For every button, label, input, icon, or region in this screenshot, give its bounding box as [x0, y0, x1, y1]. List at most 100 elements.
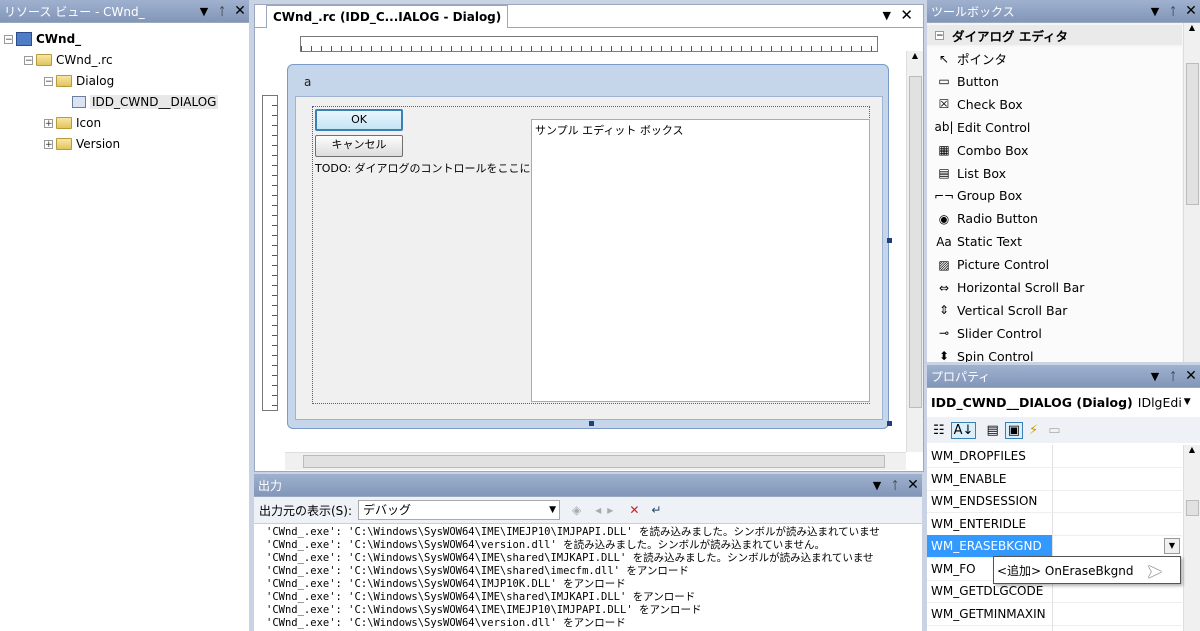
scroll-thumb[interactable]: [1186, 500, 1199, 516]
hscroll-thumb[interactable]: [303, 455, 885, 468]
scroll-up-arrow[interactable]: ▲: [1184, 23, 1200, 37]
chevron-down-icon[interactable]: ▼: [1164, 538, 1180, 554]
close-icon[interactable]: ✕: [1182, 368, 1200, 384]
tree-item[interactable]: − CWnd_: [4, 29, 81, 49]
next-message-icon[interactable]: ▸: [607, 503, 613, 517]
toolbox-item[interactable]: ↖ ポインタ: [927, 47, 1182, 70]
sample-edit-box[interactable]: サンプル エディット ボックス: [531, 119, 870, 402]
editor-tab[interactable]: CWnd_.rc (IDD_C...IALOG - Dialog): [266, 5, 509, 28]
events-icon[interactable]: ⚡: [1029, 423, 1038, 438]
property-pages-icon[interactable]: ▭: [1048, 423, 1060, 438]
properties-object-selector[interactable]: IDD_CWND__DIALOG (Dialog) IDlgEdi ▼: [927, 389, 1200, 415]
toolbox-item[interactable]: ⇕ Vertical Scroll Bar: [927, 298, 1182, 322]
property-value[interactable]: ▼: [1053, 535, 1182, 557]
property-value[interactable]: [1053, 513, 1182, 535]
property-value[interactable]: [1053, 445, 1182, 467]
property-value[interactable]: [1053, 603, 1182, 625]
toolbox-item[interactable]: ▭ Button: [927, 69, 1182, 93]
output-line: 'CWnd_.exe': 'C:\Windows\SysWOW64\IME\sh…: [266, 552, 874, 564]
pin-icon[interactable]: ᛏ: [1164, 370, 1182, 383]
categorized-icon[interactable]: ☷: [933, 423, 945, 438]
previous-message-icon[interactable]: ◂: [595, 503, 601, 517]
toolbox-item[interactable]: ☒ Check Box: [927, 92, 1182, 116]
toolbox-item[interactable]: ⬍ Spin Control: [927, 344, 1182, 362]
collapse-icon[interactable]: −: [44, 76, 53, 86]
tree-item[interactable]: − Dialog: [44, 71, 114, 91]
output-source-select[interactable]: デバッグ ▼: [358, 500, 561, 520]
properties-scrollbar[interactable]: ▲: [1183, 445, 1200, 631]
chevron-down-icon[interactable]: ▼: [195, 5, 213, 18]
close-icon[interactable]: ✕: [1182, 3, 1200, 19]
resize-handle[interactable]: [589, 421, 594, 426]
pin-icon[interactable]: ᛏ: [1164, 5, 1182, 18]
property-row[interactable]: WM_ENTERIDLE: [927, 512, 1182, 536]
toolbox-item[interactable]: ab| Edit Control: [927, 115, 1182, 139]
resize-handle[interactable]: [887, 238, 892, 243]
expand-icon[interactable]: +: [44, 118, 53, 128]
editor-horizontal-scrollbar[interactable]: [285, 452, 906, 470]
pin-icon[interactable]: ᛏ: [886, 479, 904, 492]
todo-static-text[interactable]: TODO: ダイアログのコントロールをここに配置: [315, 160, 553, 176]
tree-item[interactable]: IDD_CWND__DIALOG: [72, 92, 219, 112]
toolbox-item[interactable]: ◉ Radio Button: [927, 207, 1182, 231]
collapse-icon[interactable]: −: [24, 55, 33, 65]
toolbox-item[interactable]: ⇔ Horizontal Scroll Bar: [927, 276, 1182, 299]
property-row[interactable]: WM_ENDSESSION: [927, 490, 1182, 513]
chevron-down-icon[interactable]: ▼: [868, 479, 886, 492]
property-value[interactable]: [1053, 490, 1182, 512]
expand-icon[interactable]: +: [44, 139, 53, 149]
properties-icon[interactable]: ▤: [986, 423, 998, 438]
combo-box-icon: ▦: [938, 143, 950, 158]
editor-vertical-scrollbar[interactable]: ▲: [906, 51, 923, 452]
close-icon[interactable]: ✕: [231, 3, 249, 19]
toolbox-item[interactable]: ⌐¬ Group Box: [927, 184, 1182, 208]
property-row[interactable]: WM_ERASEBKGND ▼: [927, 535, 1182, 558]
button-icon: ▭: [938, 74, 950, 89]
find-message-icon[interactable]: ◈: [572, 503, 581, 517]
property-value[interactable]: [1053, 468, 1182, 490]
dropdown-option[interactable]: <追加> OnEraseBkgnd: [997, 562, 1134, 579]
toolbox-item[interactable]: ▦ Combo Box: [927, 138, 1182, 162]
toolbox-item[interactable]: ▨ Picture Control: [927, 253, 1182, 277]
chevron-down-icon[interactable]: ▼: [1146, 370, 1164, 383]
collapse-icon[interactable]: −: [935, 30, 944, 40]
toolbox-scrollbar[interactable]: ▲: [1183, 23, 1200, 362]
pin-icon[interactable]: ᛏ: [213, 5, 231, 18]
clear-all-icon[interactable]: ✕: [629, 503, 639, 517]
message-handler-dropdown[interactable]: <追加> OnEraseBkgnd ➤: [993, 556, 1181, 584]
cancel-button[interactable]: キャンセル: [315, 135, 403, 157]
messages-icon[interactable]: ▣: [1004, 421, 1024, 439]
toggle-word-wrap-icon[interactable]: ↵: [651, 503, 661, 517]
alphabetical-icon[interactable]: A↓: [950, 421, 977, 439]
resize-handle[interactable]: [887, 421, 892, 426]
property-value[interactable]: [1053, 625, 1182, 631]
ok-button[interactable]: OK: [315, 109, 403, 131]
property-row[interactable]: WM_ENABLE: [927, 467, 1182, 491]
toolbox-item[interactable]: ⊸ Slider Control: [927, 321, 1182, 345]
property-row[interactable]: WM_HELPINFO: [927, 625, 1182, 631]
toolbox-item[interactable]: Aa Static Text: [927, 230, 1182, 254]
tree-item[interactable]: + Icon: [44, 113, 101, 133]
toolbox-item[interactable]: ▤ List Box: [927, 161, 1182, 185]
property-row[interactable]: WM_GETMINMAXIN: [927, 602, 1182, 626]
tree-item[interactable]: − CWnd_.rc: [24, 50, 113, 70]
output-text[interactable]: 'CWnd_.exe': 'C:\Windows\SysWOW64\IME\IM…: [266, 526, 914, 631]
tab-list-dropdown-icon[interactable]: ▼: [883, 9, 891, 22]
close-icon[interactable]: ✕: [904, 477, 922, 493]
scroll-up-arrow[interactable]: ▲: [1184, 445, 1200, 459]
tab-close-icon[interactable]: ✕: [900, 6, 913, 24]
toolbox-group-header[interactable]: − ダイアログ エディタ: [927, 25, 1182, 45]
scroll-up-arrow[interactable]: ▲: [907, 51, 923, 65]
output-line: 'CWnd_.exe': 'C:\Windows\SysWOW64\versio…: [266, 617, 626, 629]
tree-item[interactable]: + Version: [44, 134, 120, 154]
property-name: WM_DROPFILES: [927, 445, 1053, 467]
chevron-down-icon: ▼: [549, 505, 557, 515]
collapse-icon[interactable]: −: [4, 34, 13, 44]
property-row[interactable]: WM_DROPFILES: [927, 445, 1182, 468]
toolbox-item-label: Combo Box: [957, 142, 1029, 158]
scroll-thumb[interactable]: [1186, 63, 1199, 205]
toolbox-pane: ツールボックス ▼ ᛏ ✕ − ダイアログ エディタ ↖ ポインタ ▭ Button ☒…: [927, 0, 1200, 362]
chevron-down-icon[interactable]: ▼: [1146, 5, 1164, 18]
scroll-thumb[interactable]: [909, 76, 922, 408]
dialog-frame[interactable]: a OK キャンセル TODO: ダイアログのコントロールをここに配置 サンプル…: [287, 64, 889, 429]
